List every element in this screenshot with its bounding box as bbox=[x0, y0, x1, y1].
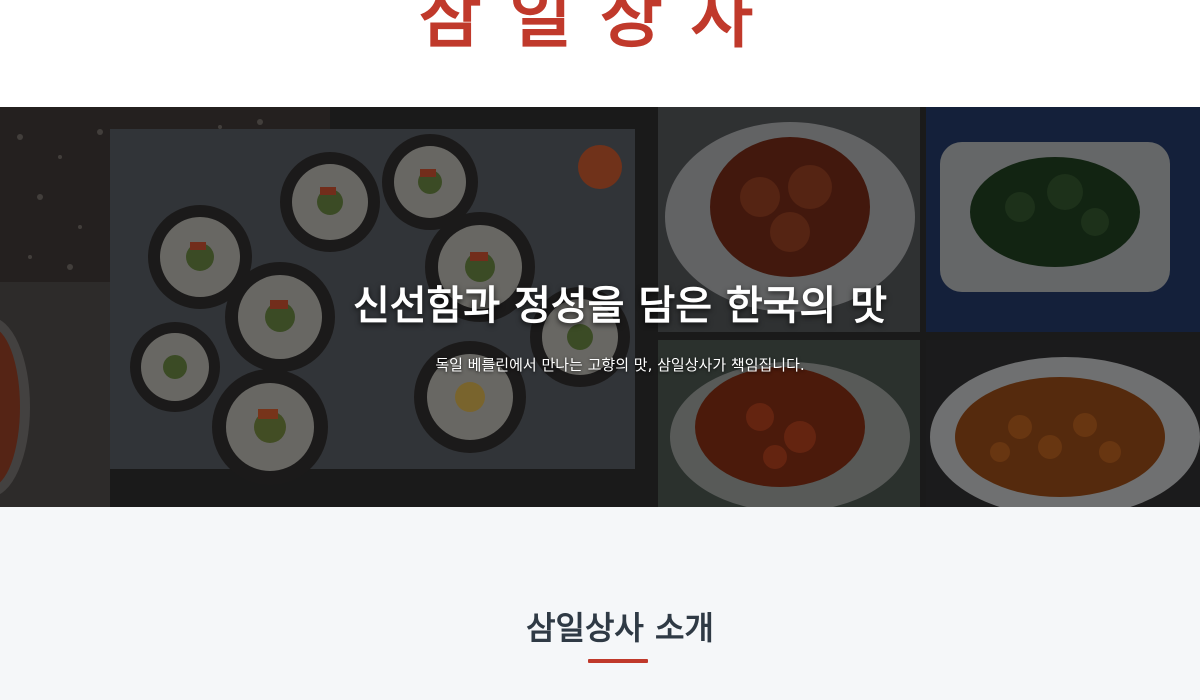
brand-logo[interactable]: 삼일상사 bbox=[0, 0, 1200, 61]
hero-title: 신선함과 정성을 담은 한국의 맛 bbox=[352, 283, 888, 329]
title-underline bbox=[588, 659, 648, 663]
site-header: 삼일상사 bbox=[0, 0, 1200, 107]
hero-subtitle: 독일 베를린에서 만나는 고향의 맛, 삼일상사가 책임집니다. bbox=[435, 356, 805, 374]
section-title: 삼일상사 소개 bbox=[526, 609, 714, 647]
intro-section: 삼일상사 소개 bbox=[0, 507, 1200, 700]
hero-banner: 신선함과 정성을 담은 한국의 맛 독일 베를린에서 만나는 고향의 맛, 삼일… bbox=[0, 107, 1200, 507]
